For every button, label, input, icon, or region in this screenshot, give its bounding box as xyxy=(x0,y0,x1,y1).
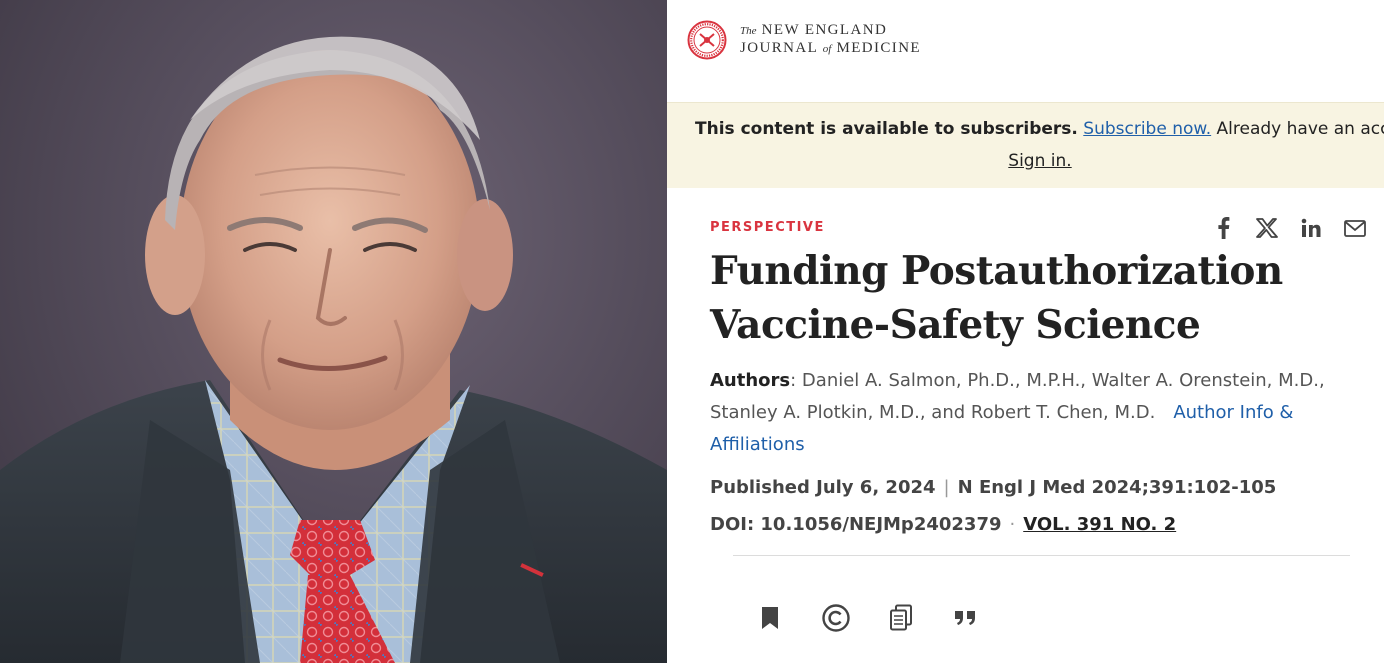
x-icon[interactable] xyxy=(1253,214,1281,242)
copy-icon[interactable] xyxy=(885,602,917,634)
quote-icon[interactable] xyxy=(950,602,982,634)
divider xyxy=(733,555,1350,556)
wordmark-prefix: The xyxy=(740,25,757,37)
publication-line: Published July 6, 2024 | N Engl J Med 2024… xyxy=(710,477,1276,498)
doi-separator: · xyxy=(1009,514,1016,535)
volume-issue-link[interactable]: VOL. 391 NO. 2 xyxy=(1023,514,1176,535)
portrait-illustration xyxy=(0,36,667,663)
wordmark-of: of xyxy=(822,43,832,55)
publication-separator: | xyxy=(943,477,950,498)
citation: N Engl J Med 2024;391:102-105 xyxy=(957,477,1277,498)
site-header: The NEW ENGLAND JOURNAL of MEDICINE xyxy=(667,0,1384,102)
section-label: PERSPECTIVE xyxy=(710,220,825,235)
account-prompt: Already have an account? xyxy=(1216,119,1384,139)
published-date: Published July 6, 2024 xyxy=(710,477,936,498)
article-page: The NEW ENGLAND JOURNAL of MEDICINE This… xyxy=(667,0,1384,663)
bookmark-icon[interactable] xyxy=(754,602,786,634)
authors-label: Authors xyxy=(710,370,791,391)
copyright-icon[interactable] xyxy=(820,602,852,634)
facebook-icon[interactable] xyxy=(1209,214,1237,242)
subscriber-notice: This content is available to subscribers… xyxy=(667,102,1384,188)
wordmark-medicine: MEDICINE xyxy=(836,40,921,56)
signin-link[interactable]: Sign in. xyxy=(1008,151,1071,171)
authors-separator: : xyxy=(790,370,802,391)
journal-wordmark[interactable]: The NEW ENGLAND JOURNAL of MEDICINE xyxy=(740,22,921,58)
wordmark-line1: NEW ENGLAND xyxy=(761,22,888,38)
notice-lead: This content is available to subscribers… xyxy=(695,119,1078,139)
portrait-photo xyxy=(0,0,667,663)
article-title: Funding Postauthorization Vaccine-Safety… xyxy=(710,248,1283,348)
email-icon[interactable] xyxy=(1341,214,1369,242)
doi-line: DOI: 10.1056/NEJMp2402379 · VOL. 391 NO. 2 xyxy=(710,514,1176,535)
author-list: Authors: Daniel A. Salmon, Ph.D., M.P.H.… xyxy=(710,365,1350,461)
doi: DOI: 10.1056/NEJMp2402379 xyxy=(710,514,1002,535)
subscribe-link[interactable]: Subscribe now. xyxy=(1083,119,1211,139)
linkedin-icon[interactable] xyxy=(1297,214,1325,242)
wordmark-journal: JOURNAL xyxy=(740,40,818,56)
nejm-seal-logo[interactable] xyxy=(687,20,727,60)
